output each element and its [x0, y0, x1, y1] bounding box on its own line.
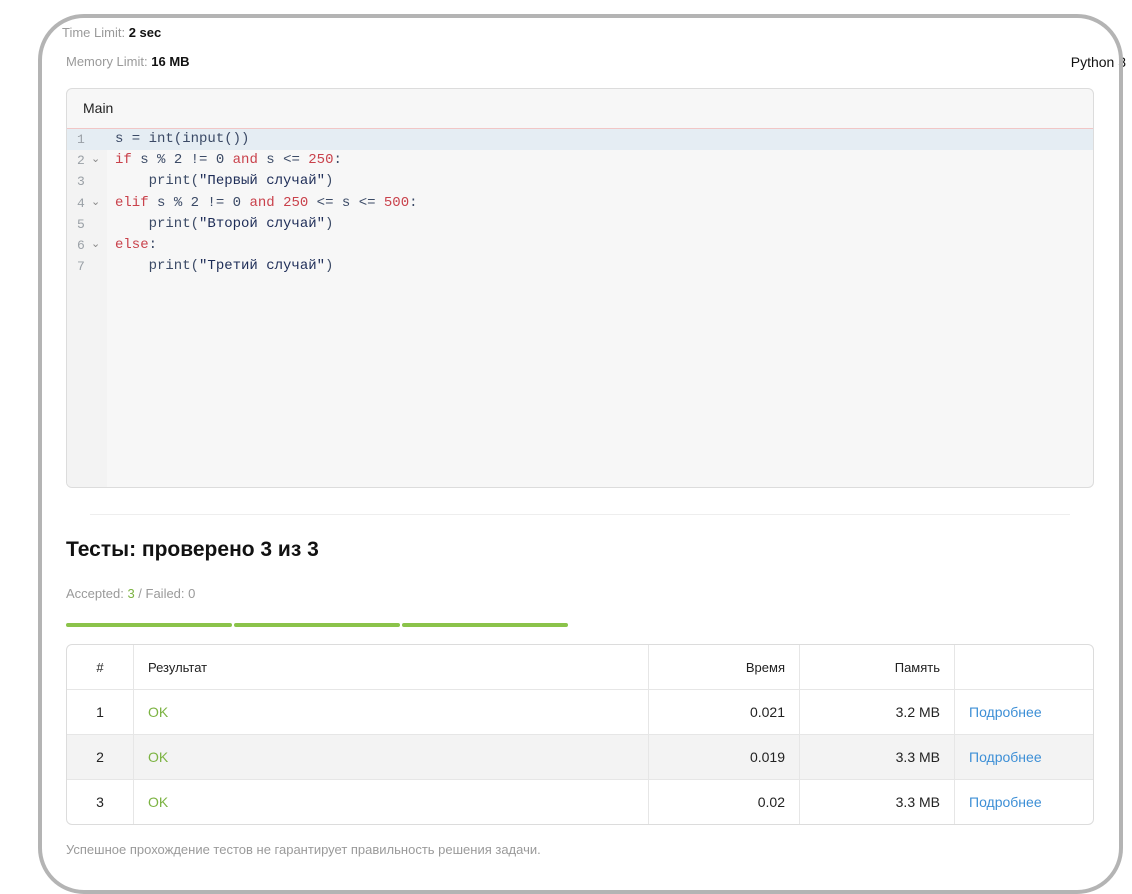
test-number: 1: [67, 690, 134, 735]
header-num: #: [67, 645, 134, 690]
test-time: 0.021: [649, 690, 800, 735]
code-token: s <=: [257, 152, 309, 169]
code-line[interactable]: 6 ⌄ else:: [67, 235, 1093, 256]
accepted-count: 3: [127, 586, 135, 601]
code-token: ): [325, 173, 334, 190]
code-token: s = int(input()): [115, 131, 250, 147]
table-row: 1 OK 0.021 3.2 MB Подробнее: [67, 690, 1093, 735]
tests-title: Тесты: проверено 3 из 3: [66, 538, 319, 561]
line-number: 7: [77, 259, 85, 275]
code-lines[interactable]: 1s = int(input()) 2 ⌄ if s % 2 != 0 and s <…: [67, 129, 1093, 277]
code-token: 250: [308, 152, 334, 169]
code-token: ): [325, 215, 334, 232]
code-token: :: [333, 152, 342, 169]
code-token: print(: [115, 215, 200, 232]
code-token: 500: [383, 194, 410, 211]
code-token: <= s <=: [308, 194, 384, 211]
code-token: and: [232, 152, 258, 169]
failed-count: 0: [188, 586, 196, 601]
results-table: # Результат Время Память 1 OK 0.021 3.2 …: [66, 644, 1094, 825]
code-line[interactable]: 1 s = int(input()): [67, 129, 1093, 151]
code-line[interactable]: 7 print("Третий случай"): [67, 256, 1093, 277]
code-token: print(: [115, 173, 200, 190]
code-token: else: [115, 236, 149, 253]
code-token: 250: [283, 194, 309, 211]
time-limit-value: 2 sec: [128, 25, 162, 40]
code-token: s % 2 != 0: [131, 152, 233, 169]
language-label[interactable]: Python 3: [1071, 54, 1126, 70]
line-code: else:: [115, 235, 157, 256]
test-progress-bar: [402, 623, 568, 627]
code-line[interactable]: 3 print("Первый случай"): [67, 171, 1093, 192]
line-number: 1: [77, 132, 85, 147]
memory-limit-value: 16 MB: [151, 54, 190, 69]
fold-chevron-icon[interactable]: ⌄: [91, 193, 100, 214]
code-token: elif: [115, 194, 149, 211]
test-memory: 3.3 MB: [800, 735, 955, 780]
test-number: 3: [67, 780, 134, 824]
code-token: and: [249, 194, 275, 211]
code-token: print(: [115, 258, 200, 275]
test-progress-bar: [66, 623, 232, 627]
code-token: :: [409, 194, 418, 211]
line-code: print("Третий случай"): [115, 256, 334, 277]
code-token: "Второй случай": [199, 215, 326, 232]
test-result: OK: [134, 690, 649, 735]
code-area[interactable]: 1s = int(input()) 2 ⌄ if s % 2 != 0 and s <…: [67, 129, 1093, 487]
code-line[interactable]: 5 print("Второй случай"): [67, 214, 1093, 235]
line-number: 3: [77, 174, 85, 190]
details-link[interactable]: Подробнее: [969, 704, 1042, 720]
table-row: 2 OK 0.019 3.3 MB Подробнее: [67, 735, 1093, 780]
code-line[interactable]: 2 ⌄ if s % 2 != 0 and s <= 250:: [67, 150, 1093, 171]
problem-page: Time Limit: 2 sec Memory Limit: 16 MB Py…: [62, 0, 1126, 868]
header-memory: Память: [800, 645, 955, 690]
line-code: print("Второй случай"): [115, 214, 334, 235]
header-details: [955, 645, 1093, 690]
memory-limit: Memory Limit: 16 MB: [66, 54, 190, 69]
header-time: Время: [649, 645, 800, 690]
line-number: 5: [77, 216, 85, 232]
test-progress-bar: [234, 623, 400, 627]
line-code: if s % 2 != 0 and s <= 250:: [115, 150, 342, 171]
time-limit: Time Limit: 2 sec: [62, 25, 161, 40]
fold-chevron-icon[interactable]: ⌄: [91, 235, 100, 256]
header-result: Результат: [134, 645, 649, 690]
test-time: 0.02: [649, 780, 800, 824]
accepted-label: Accepted:: [66, 586, 128, 601]
code-token: "Первый случай": [199, 173, 326, 190]
test-result: OK: [134, 780, 649, 824]
memory-limit-label: Memory Limit:: [66, 54, 148, 69]
code-line[interactable]: 4 ⌄ elif s % 2 != 0 and 250 <= s <= 500:: [67, 193, 1093, 214]
code-editor[interactable]: Main 1s = int(input()) 2 ⌄ if s % 2 != 0 an…: [66, 88, 1094, 488]
test-progress-bars: [66, 623, 568, 627]
code-token: ): [325, 258, 334, 275]
line-code: elif s % 2 != 0 and 250 <= s <= 500:: [115, 193, 418, 214]
test-result: OK: [134, 735, 649, 780]
tests-summary: Accepted: 3 / Failed: 0: [66, 586, 195, 601]
line-code: print("Первый случай"): [115, 171, 334, 192]
code-token: "Третий случай": [199, 258, 326, 275]
test-memory: 3.2 MB: [800, 690, 955, 735]
editor-tab-main[interactable]: Main: [67, 89, 1093, 129]
details-link[interactable]: Подробнее: [969, 749, 1042, 765]
section-divider: [90, 514, 1070, 515]
disclaimer-note: Успешное прохождение тестов не гарантиру…: [66, 842, 541, 857]
failed-label: / Failed:: [134, 586, 189, 601]
code-token: s % 2 != 0: [148, 194, 250, 211]
line-code: s = int(input()): [115, 129, 249, 150]
code-token: :: [148, 236, 158, 253]
time-limit-label: Time Limit:: [62, 25, 126, 40]
fold-chevron-icon[interactable]: ⌄: [91, 150, 100, 171]
test-memory: 3.3 MB: [800, 780, 955, 824]
code-token: if: [115, 152, 132, 169]
table-row: 3 OK 0.02 3.3 MB Подробнее: [67, 780, 1093, 824]
test-number: 2: [67, 735, 134, 780]
details-link[interactable]: Подробнее: [969, 794, 1042, 810]
test-time: 0.019: [649, 735, 800, 780]
results-header-row: # Результат Время Память: [67, 645, 1093, 690]
